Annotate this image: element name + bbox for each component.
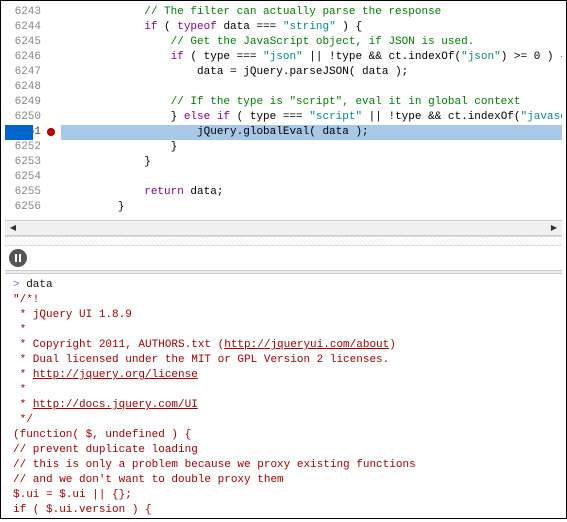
console-link[interactable]: http://docs.jquery.com/UI (33, 399, 198, 411)
code-line[interactable]: 6251 jQuery.globalEval( data ); (5, 125, 562, 140)
code-content[interactable] (61, 170, 562, 185)
console-output-line: $.ui = $.ui || {}; (13, 488, 554, 503)
code-content[interactable]: // The filter can actually parse the res… (61, 5, 562, 20)
line-number: 6248 (5, 80, 47, 95)
pause-button[interactable] (9, 249, 27, 267)
breakpoint-gutter[interactable] (47, 20, 61, 35)
breakpoint-gutter[interactable] (47, 110, 61, 125)
console-output-line: * http://docs.jquery.com/UI (13, 398, 554, 413)
code-content[interactable]: if ( type === "json" || !type && ct.inde… (61, 50, 562, 65)
code-content[interactable] (61, 80, 562, 95)
console-output-line: * Dual licensed under the MIT or GPL Ver… (13, 353, 554, 368)
breakpoint-gutter[interactable] (47, 200, 61, 215)
code-line[interactable]: 6243 // The filter can actually parse th… (5, 5, 562, 20)
console-output-line: (function( $, undefined ) { (13, 428, 554, 443)
code-line[interactable]: 6252 } (5, 140, 562, 155)
line-number: 6256 (5, 200, 47, 215)
code-content[interactable]: data = jQuery.parseJSON( data ); (61, 65, 562, 80)
console-output-line: // this is only a problem because we pro… (13, 458, 554, 473)
console-prompt-icon: > (13, 279, 26, 291)
code-line[interactable]: 6244 if ( typeof data === "string" ) { (5, 20, 562, 35)
line-number: 6249 (5, 95, 47, 110)
scroll-track[interactable] (21, 221, 546, 235)
code-line[interactable]: 6254 (5, 170, 562, 185)
line-number: 6252 (5, 140, 47, 155)
code-line[interactable]: 6253 } (5, 155, 562, 170)
code-content[interactable]: } (61, 140, 562, 155)
console-output-line: * http://jquery.org/license (13, 368, 554, 383)
line-number: 6243 (5, 5, 47, 20)
breakpoint-gutter[interactable] (47, 80, 61, 95)
breakpoint-icon[interactable] (47, 128, 55, 136)
code-content[interactable]: if ( typeof data === "string" ) { (61, 20, 562, 35)
console-output-line: * (13, 383, 554, 398)
code-line[interactable]: 6246 if ( type === "json" || !type && ct… (5, 50, 562, 65)
code-editor-pane[interactable]: 6243 // The filter can actually parse th… (5, 5, 562, 220)
code-line[interactable]: 6255 return data; (5, 185, 562, 200)
pane-divider[interactable] (5, 236, 562, 246)
code-line[interactable]: 6248 (5, 80, 562, 95)
breakpoint-gutter[interactable] (47, 50, 61, 65)
console-output-line: */ (13, 413, 554, 428)
debugger-controls (5, 246, 562, 270)
code-line[interactable]: 6256 } (5, 200, 562, 215)
code-content[interactable]: } else if ( type === "script" || !type &… (61, 110, 562, 125)
line-number: 6245 (5, 35, 47, 50)
breakpoint-gutter[interactable] (47, 95, 61, 110)
breakpoint-gutter[interactable] (47, 170, 61, 185)
console-output-line: * (13, 323, 554, 338)
breakpoint-gutter[interactable] (47, 5, 61, 20)
breakpoint-gutter[interactable] (47, 125, 61, 140)
console-output-line: * jQuery UI 1.8.9 (13, 308, 554, 323)
breakpoint-gutter[interactable] (47, 35, 61, 50)
line-number: 6254 (5, 170, 47, 185)
console-expression: data (26, 279, 52, 291)
line-number: 6244 (5, 20, 47, 35)
code-line[interactable]: 6247 data = jQuery.parseJSON( data ); (5, 65, 562, 80)
code-line[interactable]: 6250 } else if ( type === "script" || !t… (5, 110, 562, 125)
code-content[interactable]: return data; (61, 185, 562, 200)
breakpoint-gutter[interactable] (47, 155, 61, 170)
code-content[interactable]: // If the type is "script", eval it in g… (61, 95, 562, 110)
breakpoint-gutter[interactable] (47, 65, 61, 80)
code-content[interactable]: jQuery.globalEval( data ); (61, 125, 562, 140)
code-content[interactable]: } (61, 155, 562, 170)
console-output-line: // and we don't want to double proxy the… (13, 473, 554, 488)
line-number: 6246 (5, 50, 47, 65)
console-output-line: if ( $.ui.version ) { (13, 503, 554, 518)
console-input-line[interactable]: > data (13, 278, 554, 293)
breakpoint-gutter[interactable] (47, 185, 61, 200)
scroll-right-arrow-icon[interactable]: ▶ (546, 221, 562, 235)
line-number: 6247 (5, 65, 47, 80)
line-number: 6250 (5, 110, 47, 125)
console-output-line: "/*! (13, 293, 554, 308)
horizontal-scrollbar[interactable]: ◀ ▶ (5, 220, 562, 236)
code-content[interactable]: } (61, 200, 562, 215)
code-line[interactable]: 6245 // Get the JavaScript object, if JS… (5, 35, 562, 50)
console-output-line: // prevent duplicate loading (13, 443, 554, 458)
breakpoint-gutter[interactable] (47, 140, 61, 155)
console-link[interactable]: http://jqueryui.com/about (224, 339, 389, 351)
console-link[interactable]: http://jquery.org/license (33, 369, 198, 381)
console-output-line: * Copyright 2011, AUTHORS.txt (http://jq… (13, 338, 554, 353)
line-number: 6255 (5, 185, 47, 200)
code-line[interactable]: 6249 // If the type is "script", eval it… (5, 95, 562, 110)
code-content[interactable]: // Get the JavaScript object, if JSON is… (61, 35, 562, 50)
scroll-left-arrow-icon[interactable]: ◀ (5, 221, 21, 235)
console-pane[interactable]: > data"/*! * jQuery UI 1.8.9 * * Copyrig… (5, 274, 562, 522)
line-number: 6253 (5, 155, 47, 170)
